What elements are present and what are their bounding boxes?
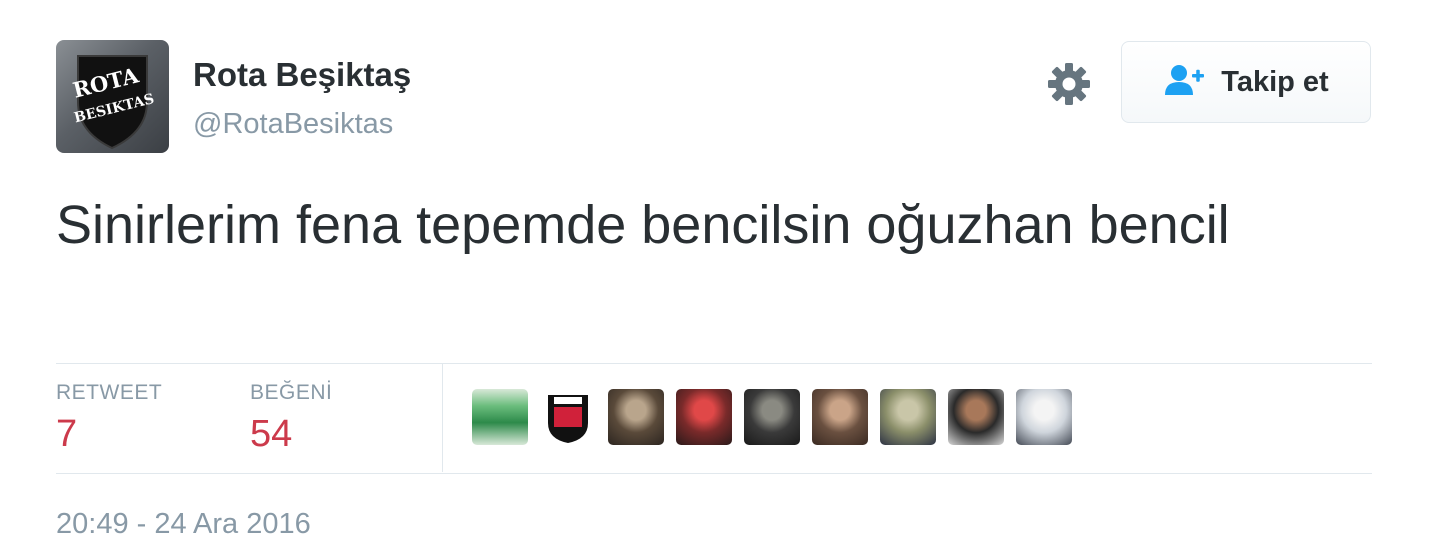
liker-avatar-4[interactable]: [676, 389, 732, 445]
add-user-icon: [1163, 63, 1205, 102]
liker-avatar-5[interactable]: [744, 389, 800, 445]
follow-button-label: Takip et: [1221, 65, 1329, 98]
retweet-label[interactable]: RETWEET: [56, 381, 162, 405]
like-label[interactable]: BEĞENİ: [250, 381, 332, 405]
divider-top: [56, 363, 1372, 364]
tweet-timestamp[interactable]: 20:49 - 24 Ara 2016: [56, 508, 311, 541]
retweet-count[interactable]: 7: [56, 413, 77, 456]
profile-avatar[interactable]: ROTA BESIKTAS: [56, 40, 169, 153]
liker-avatar-9[interactable]: [1016, 389, 1072, 445]
follow-button[interactable]: Takip et: [1121, 41, 1371, 123]
liker-avatar-7[interactable]: [880, 389, 936, 445]
like-count[interactable]: 54: [250, 413, 292, 456]
divider-vertical: [442, 364, 443, 472]
liker-avatar-3[interactable]: [608, 389, 664, 445]
tweet-text: Sinirlerim fena tepemde bencilsin oğuzha…: [56, 195, 1230, 255]
gear-icon[interactable]: [1046, 61, 1092, 107]
divider-bottom: [56, 473, 1372, 474]
liker-avatar-1[interactable]: [472, 389, 528, 445]
liker-avatar-6[interactable]: [812, 389, 868, 445]
liker-avatars: [472, 389, 1072, 445]
liker-avatar-8[interactable]: [948, 389, 1004, 445]
user-handle[interactable]: @RotaBesiktas: [193, 108, 393, 141]
display-name[interactable]: Rota Beşiktaş: [193, 56, 411, 94]
liker-avatar-2[interactable]: [540, 389, 596, 445]
